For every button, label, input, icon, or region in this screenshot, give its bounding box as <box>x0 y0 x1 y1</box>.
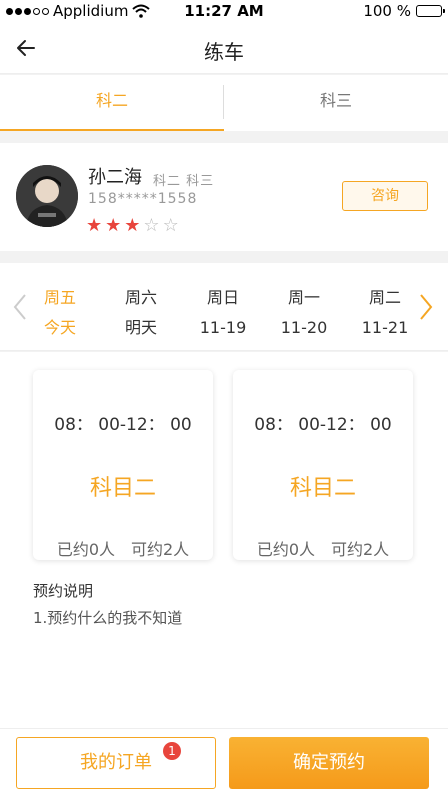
day-date: 明天 <box>124 318 157 337</box>
status-bar: Applidium 11:27 AM 100 % <box>0 0 448 24</box>
star-filled-icon: ★ <box>105 215 122 236</box>
day-date: 今天 <box>43 318 76 337</box>
slot-count: 已约0人 可约2人 <box>256 540 390 559</box>
battery-percent: 100 % <box>363 2 411 20</box>
battery-icon <box>416 5 445 17</box>
star-empty-icon: ☆ <box>143 215 160 236</box>
slot-card[interactable]: 08： 00-12： 00 科目二 已约0人 可约2人 <box>33 370 213 560</box>
week-selector: 周五 今天 周六 明天 周日 11-19 周一 11-20 周二 11-21 <box>0 263 448 351</box>
day-date: 11-19 <box>199 318 247 337</box>
day-sat[interactable]: 周六 明天 <box>111 283 171 343</box>
coach-phone: 158*****1558 <box>88 191 198 207</box>
slot-subject: 科目二 <box>89 476 156 501</box>
slot-card[interactable]: 08： 00-12： 00 科目二 已约0人 可约2人 <box>233 370 413 560</box>
day-sun[interactable]: 周日 11-19 <box>193 283 253 343</box>
day-mon[interactable]: 周一 11-20 <box>274 283 334 343</box>
battery-status: 100 % <box>363 2 445 20</box>
slot-time: 08： 00-12： 00 <box>254 415 392 435</box>
page-title: 练车 <box>204 40 244 64</box>
slot-count: 已约0人 可约2人 <box>56 540 190 559</box>
star-filled-icon: ★ <box>86 215 103 236</box>
time-slots: 08： 00-12： 00 科目二 已约0人 可约2人 08： 00-12： 0… <box>0 352 448 728</box>
tab-subject-3[interactable]: 科三 <box>224 75 448 131</box>
day-weekday: 周六 <box>124 288 157 307</box>
day-fri[interactable]: 周五 今天 <box>30 283 90 343</box>
slot-subject: 科目二 <box>289 476 356 501</box>
tab-subject-2[interactable]: 科二 <box>0 75 224 131</box>
day-tue[interactable]: 周二 11-21 <box>355 283 415 343</box>
day-date: 11-21 <box>361 318 409 337</box>
day-date: 11-20 <box>280 318 328 337</box>
chevron-right-icon[interactable] <box>418 293 434 321</box>
booking-notes: 预约说明 1.预约什么的我不知道 <box>33 580 182 628</box>
confirm-booking-button[interactable]: 确定预约 <box>229 737 429 789</box>
avatar <box>16 165 78 227</box>
star-filled-icon: ★ <box>124 215 141 236</box>
notes-body: 1.预约什么的我不知道 <box>33 609 183 627</box>
day-weekday: 周一 <box>287 288 320 307</box>
coach-card: 孙二海 科二 科三 158*****1558 ★ ★ ★ ☆ ☆ 咨询 <box>0 143 448 251</box>
day-weekday: 周五 <box>43 288 76 307</box>
coach-subjects: 科二 科三 <box>153 174 215 189</box>
my-orders-button[interactable]: 我的订单 1 <box>16 737 216 789</box>
footer-bar: 我的订单 1 确定预约 <box>0 728 448 800</box>
day-weekday: 周日 <box>206 288 239 307</box>
orders-badge: 1 <box>163 742 181 760</box>
star-empty-icon: ☆ <box>162 215 179 236</box>
subject-tabs: 科二 科三 <box>0 75 448 131</box>
slot-time: 08： 00-12： 00 <box>54 415 192 435</box>
notes-title: 预约说明 <box>33 582 94 600</box>
chevron-left-icon[interactable] <box>12 293 28 321</box>
my-orders-label: 我的订单 <box>80 752 152 773</box>
coach-name: 孙二海 <box>88 167 142 188</box>
day-weekday: 周二 <box>368 288 401 307</box>
nav-bar: 练车 <box>0 24 448 74</box>
tab-divider <box>223 85 224 119</box>
coach-rating: ★ ★ ★ ☆ ☆ <box>86 215 179 236</box>
consult-button[interactable]: 咨询 <box>342 181 428 211</box>
